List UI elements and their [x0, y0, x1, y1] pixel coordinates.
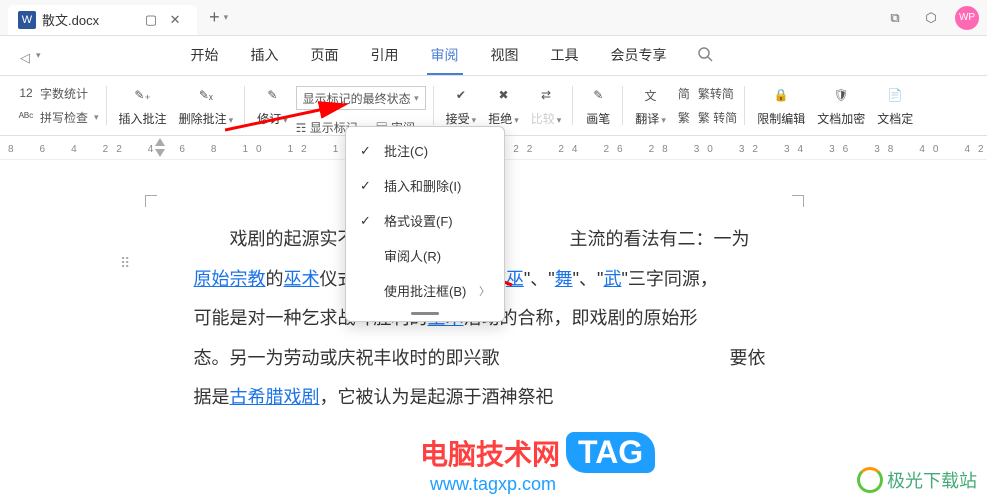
layout-icon[interactable]: ⧉ [883, 6, 907, 30]
comment-delete-icon: ✎ₓ [193, 82, 219, 108]
dd-label: 使用批注框(B) [384, 281, 466, 300]
dd-label: 审阅人(R) [384, 246, 441, 265]
filename: 散文.docx [42, 10, 99, 29]
watermark: 电脑技术网 TAG [420, 432, 655, 473]
dd-label: 批注(C) [384, 141, 428, 160]
shield-icon: 🛡 [828, 82, 854, 108]
avatar[interactable]: WP [955, 6, 979, 30]
brush-button[interactable]: ✎ 画笔 [581, 76, 615, 127]
dd-comments[interactable]: ✓ 批注(C) [346, 133, 504, 168]
tab-review[interactable]: 审阅 [427, 37, 463, 75]
ribbon-tabs: 开始 插入 页面 引用 审阅 视图 工具 会员专享 [187, 37, 671, 75]
word-icon: W [18, 11, 36, 29]
tab-close-icon[interactable]: ✕ [163, 8, 187, 32]
watermark-tag: TAG [566, 432, 655, 473]
convert2-icon: 繁 [674, 107, 694, 127]
encrypt-button[interactable]: 🛡 文档加密 [813, 76, 869, 127]
comment-add-icon: ✎₊ [130, 82, 156, 108]
brush-icon: ✎ [585, 82, 611, 108]
reject-icon: ✖ [490, 82, 516, 108]
dd-insert-delete[interactable]: ✓ 插入和删除(I) [346, 168, 504, 203]
annotation-arrow-icon [225, 75, 365, 135]
drag-handle-icon[interactable] [411, 312, 439, 315]
tab-member[interactable]: 会员专享 [607, 37, 671, 75]
convert2-button[interactable]: 繁 繁 转简 [674, 106, 737, 128]
titlebar: W 散文.docx ▢ ✕ + ▾ ⧉ ⬡ WP [0, 0, 987, 36]
chevron-left-icon[interactable]: ◁ [20, 50, 28, 62]
dd-format[interactable]: ✓ 格式设置(F) [346, 203, 504, 238]
dd-label: 插入和删除(I) [384, 176, 461, 195]
cube-icon[interactable]: ⬡ [919, 6, 943, 30]
convert-icon: 简 [674, 83, 694, 103]
chevron-down-icon[interactable]: ▾ [94, 112, 99, 123]
check-icon: ✓ [360, 213, 374, 229]
tab-window-icon[interactable]: ▢ [139, 8, 163, 32]
wordcount-button[interactable]: 12 字数统计 [16, 82, 99, 104]
chevron-right-icon: 〉 [479, 283, 490, 299]
search-icon[interactable] [697, 46, 713, 65]
new-tab-button[interactable]: + [209, 7, 220, 28]
check-icon: ✓ [360, 178, 374, 194]
text: 主流的看法有二：一为 [570, 229, 750, 249]
site-logo: 极光下载站 [857, 467, 977, 493]
site-logo-text: 极光下载站 [887, 467, 977, 493]
lock-icon: 🔒 [768, 82, 794, 108]
chevron-down-icon: ▾ [414, 93, 419, 104]
chevron-down-icon[interactable]: ▾ [36, 50, 41, 61]
dd-reviewers[interactable]: 审阅人(R) [346, 238, 504, 273]
link-greek[interactable]: 古希腊戏剧 [230, 387, 320, 407]
menubar: ◁ ▾ 开始 插入 页面 引用 审阅 视图 工具 会员专享 [0, 36, 987, 76]
insert-comment-button[interactable]: ✎₊ 插入批注 [115, 76, 171, 127]
tab-page[interactable]: 页面 [307, 37, 343, 75]
tab-view[interactable]: 视图 [487, 37, 523, 75]
watermark-url: www.tagxp.com [430, 474, 556, 495]
tab-reference[interactable]: 引用 [367, 37, 403, 75]
document-tab[interactable]: W 散文.docx ▢ ✕ [8, 5, 197, 35]
link-wushu[interactable]: 巫术 [284, 269, 320, 289]
tab-insert[interactable]: 插入 [247, 37, 283, 75]
translate-icon: 文 [638, 82, 664, 108]
dd-balloons[interactable]: 使用批注框(B) 〉 [346, 273, 504, 308]
accept-icon: ✔ [448, 82, 474, 108]
check-icon: ✓ [360, 143, 374, 159]
doc-settings-button[interactable]: 📄 文档定 [873, 76, 917, 127]
reject-button[interactable]: ✖ 拒绝▾ [484, 76, 523, 127]
tab-tools[interactable]: 工具 [547, 37, 583, 75]
chevron-down-icon[interactable]: ▾ [514, 115, 519, 125]
indent-marker-icon[interactable] [155, 138, 165, 148]
spellcheck-label: 拼写检查 [40, 109, 88, 126]
link-wu2[interactable]: 舞 [555, 269, 573, 289]
chevron-down-icon[interactable]: ▾ [224, 12, 229, 23]
show-markup-dropdown: ✓ 批注(C) ✓ 插入和删除(I) ✓ 格式设置(F) 审阅人(R) 使用批注… [345, 126, 505, 322]
dd-label: 格式设置(F) [384, 211, 453, 230]
link-religion[interactable]: 原始宗教 [194, 269, 266, 289]
watermark-text: 电脑技术网 [420, 433, 560, 473]
accept-button[interactable]: ✔ 接受▾ [442, 76, 481, 127]
indent-marker-icon[interactable] [155, 149, 165, 159]
tab-start[interactable]: 开始 [187, 37, 223, 75]
wordcount-icon: 12 [16, 83, 36, 103]
ruler-right: 2 4 6 8 10 12 14 16 18 20 22 24 26 28 30… [116, 140, 987, 155]
chevron-down-icon[interactable]: ▾ [472, 115, 477, 125]
link-wu3[interactable]: 武 [603, 269, 621, 289]
doc-icon: 📄 [882, 82, 908, 108]
swirl-icon [857, 467, 883, 493]
spell-icon: ᴬᴮᶜ [16, 107, 36, 127]
translate-button[interactable]: 文 翻译▾ [631, 76, 670, 127]
convert-button[interactable]: 简 繁转简 [674, 82, 737, 104]
ruler-left: 8 6 4 2 [8, 140, 116, 155]
restrict-edit-button[interactable]: 🔒 限制编辑 [753, 76, 809, 127]
chevron-down-icon: ▾ [557, 115, 562, 125]
compare-button[interactable]: ⇄ 比较▾ [527, 76, 566, 127]
wordcount-label: 字数统计 [40, 85, 88, 102]
chevron-down-icon[interactable]: ▾ [661, 115, 666, 125]
compare-icon: ⇄ [533, 82, 559, 108]
spellcheck-button[interactable]: ᴬᴮᶜ 拼写检查 ▾ [16, 106, 99, 128]
paragraph-handle-icon[interactable]: ⠿ [120, 255, 130, 272]
